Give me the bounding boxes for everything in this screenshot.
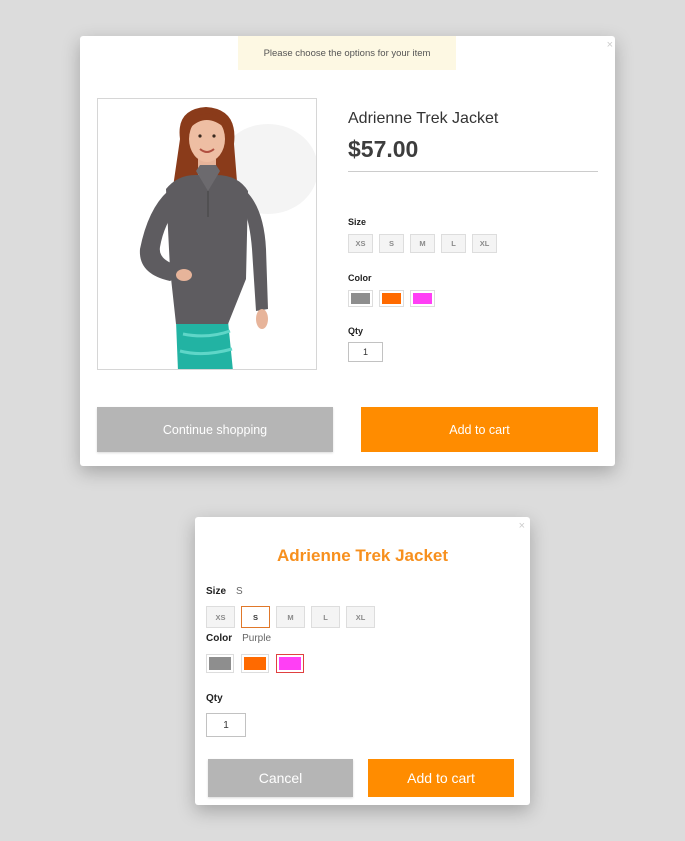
options-modal: × Adrienne Trek Jacket Size S XS S M L XL… bbox=[195, 517, 530, 805]
size-option-xs[interactable]: XS bbox=[348, 234, 373, 253]
options-notice: Please choose the options for your item bbox=[238, 36, 456, 70]
color-selected-value: Purple bbox=[242, 633, 272, 644]
size-option-m[interactable]: M bbox=[410, 234, 435, 253]
size-options: XS S M L XL bbox=[206, 606, 381, 628]
size-option-s[interactable]: S bbox=[241, 606, 270, 628]
size-options: XS S M L XL bbox=[348, 234, 503, 253]
add-to-cart-button[interactable]: Add to cart bbox=[361, 407, 598, 452]
color-options bbox=[206, 654, 311, 673]
color-swatch-purple[interactable] bbox=[410, 290, 435, 307]
size-option-xl[interactable]: XL bbox=[472, 234, 497, 253]
color-label: Color Purple bbox=[206, 633, 271, 644]
color-swatch-gray[interactable] bbox=[348, 290, 373, 307]
modal-title: Adrienne Trek Jacket bbox=[276, 546, 449, 565]
product-name: Adrienne Trek Jacket bbox=[348, 110, 499, 127]
close-icon[interactable]: × bbox=[607, 39, 613, 51]
qty-input[interactable] bbox=[206, 713, 246, 737]
size-label: Size S bbox=[206, 586, 243, 597]
size-label-text: Size bbox=[206, 586, 227, 597]
product-image bbox=[97, 98, 317, 370]
color-swatch-orange[interactable] bbox=[379, 290, 404, 307]
size-option-xl[interactable]: XL bbox=[346, 606, 375, 628]
qty-label: Qty bbox=[348, 326, 364, 336]
continue-shopping-button[interactable]: Continue shopping bbox=[97, 407, 333, 452]
divider bbox=[348, 171, 598, 172]
color-options bbox=[348, 290, 441, 307]
color-label-text: Color bbox=[206, 633, 233, 644]
close-icon[interactable]: × bbox=[519, 520, 525, 532]
size-option-l[interactable]: L bbox=[441, 234, 466, 253]
cancel-button[interactable]: Cancel bbox=[208, 759, 353, 797]
color-swatch-gray[interactable] bbox=[206, 654, 234, 673]
color-swatch-orange[interactable] bbox=[241, 654, 269, 673]
size-option-m[interactable]: M bbox=[276, 606, 305, 628]
product-price: $57.00 bbox=[348, 136, 419, 162]
color-label: Color bbox=[348, 273, 372, 283]
color-swatch-purple[interactable] bbox=[276, 654, 304, 673]
size-label: Size bbox=[348, 217, 367, 227]
size-option-l[interactable]: L bbox=[311, 606, 340, 628]
size-option-s[interactable]: S bbox=[379, 234, 404, 253]
qty-label: Qty bbox=[206, 693, 223, 704]
quick-view-modal: Please choose the options for your item … bbox=[80, 36, 615, 466]
qty-input[interactable] bbox=[348, 342, 383, 362]
size-option-xs[interactable]: XS bbox=[206, 606, 235, 628]
add-to-cart-button[interactable]: Add to cart bbox=[368, 759, 514, 797]
size-selected-value: S bbox=[236, 586, 243, 597]
